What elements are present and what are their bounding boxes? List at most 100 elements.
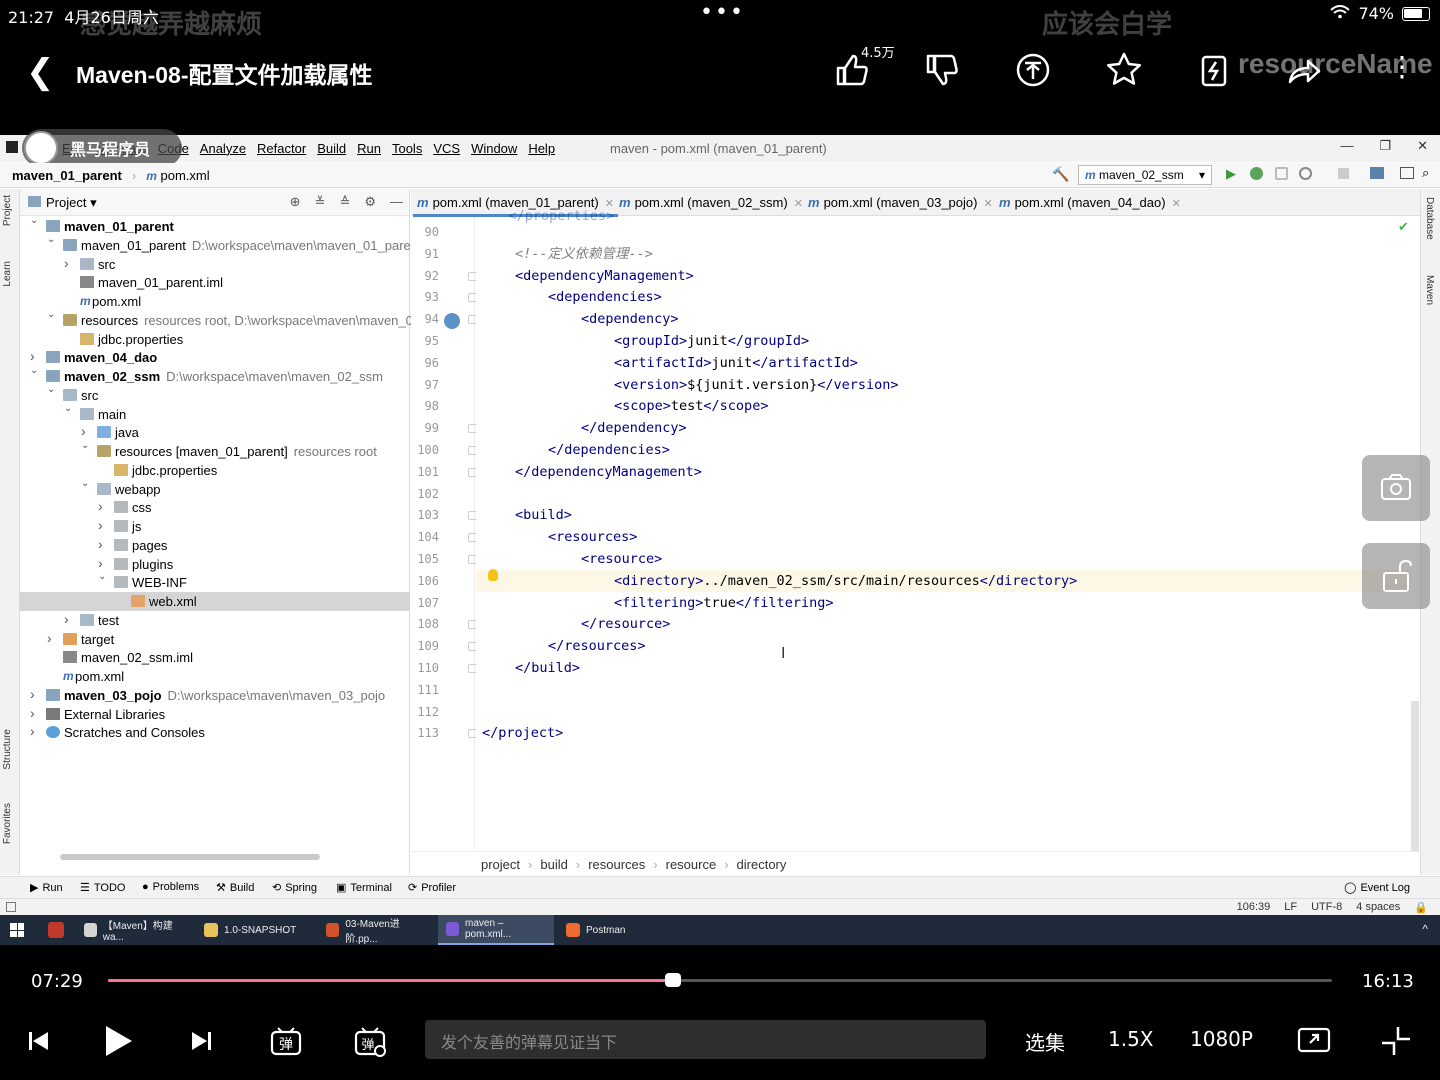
tree-item[interactable]: › js [20, 517, 410, 536]
breadcrumb-item[interactable]: build [540, 857, 567, 872]
tree-item[interactable]: web.xml [20, 592, 410, 611]
taskbar-app[interactable]: 【Maven】构建wa... [76, 915, 194, 945]
dislike-icon[interactable] [922, 50, 962, 90]
minimize-icon[interactable]: — [1340, 138, 1353, 154]
status-item[interactable]: 4 spaces [1356, 901, 1400, 914]
share-icon[interactable] [1284, 50, 1324, 90]
status-item[interactable]: LF [1284, 901, 1297, 914]
fullscreen-exit-icon[interactable] [1378, 1023, 1414, 1059]
tree-item[interactable]: m pom.xml [20, 292, 410, 311]
tree-item[interactable]: › External Libraries [20, 705, 410, 724]
expanded-chevron-icon[interactable]: ⌄ [81, 478, 89, 489]
strip-project[interactable]: Project [2, 195, 13, 226]
expanded-chevron-icon[interactable]: ⌄ [30, 215, 38, 226]
tool-window-run[interactable]: ▶ Run [30, 881, 63, 895]
build-hammer-icon[interactable]: 🔨 [1052, 166, 1069, 183]
strip-learn[interactable]: Learn [2, 261, 13, 287]
tree-item[interactable]: › target [20, 630, 410, 649]
locate-file-icon[interactable]: ⊕ [290, 194, 301, 210]
status-item[interactable]: 106:39 [1237, 901, 1271, 914]
taskbar-app[interactable]: 03-Maven进阶.pp... [318, 915, 436, 945]
breadcrumb-item[interactable]: project [481, 857, 520, 872]
menu-help[interactable]: Help [528, 141, 555, 156]
hide-panel-icon[interactable]: — [390, 194, 403, 210]
event-log-button[interactable]: ◯ Event Log [1344, 881, 1410, 895]
status-item[interactable]: UTF-8 [1311, 901, 1342, 914]
multitask-dots[interactable]: ••• [700, 0, 745, 25]
progress-handle[interactable] [665, 973, 682, 987]
strip-structure[interactable]: Structure [2, 729, 13, 770]
app-icon-red[interactable] [48, 922, 64, 938]
screenshot-button[interactable] [1362, 455, 1430, 521]
tool-window-build[interactable]: ⚒ Build [216, 881, 254, 895]
search-everywhere-icon[interactable]: ⌕ [1422, 165, 1429, 181]
coin-icon[interactable] [1013, 50, 1053, 90]
tree-item[interactable]: › Scratches and Consoles [20, 723, 410, 742]
gutter-implemented-icon[interactable] [444, 313, 460, 329]
expanded-chevron-icon[interactable]: ⌄ [47, 234, 55, 245]
expand-all-icon[interactable]: ≚ [315, 194, 326, 210]
breadcrumb-item[interactable]: resources [588, 857, 645, 872]
tree-item[interactable]: jdbc.properties [20, 461, 410, 480]
menu-build[interactable]: Build [317, 141, 346, 156]
tree-item[interactable]: ⌄ resources resources root, D:\workspace\m… [20, 309, 420, 330]
tree-item[interactable]: › css [20, 498, 410, 517]
expanded-chevron-icon[interactable]: ⌄ [98, 571, 106, 582]
collapsed-chevron-icon[interactable]: › [98, 536, 103, 552]
cache-download-icon[interactable] [1194, 50, 1234, 90]
collapsed-chevron-icon[interactable]: › [64, 255, 69, 271]
run-icon[interactable]: ▶ [1226, 166, 1236, 182]
strip-maven[interactable]: Maven [1424, 275, 1435, 305]
menu-tools[interactable]: Tools [392, 141, 422, 156]
vertical-scrollbar[interactable] [1411, 701, 1419, 851]
tool-window-problems[interactable]: ● Problems [142, 881, 199, 893]
more-icon[interactable]: ⋮ [1388, 50, 1416, 83]
code-editor[interactable]: </properties> <!--定义依赖管理--> <dependencyMa… [476, 208, 1410, 851]
tray-chevron-icon[interactable]: ^ [1422, 922, 1428, 936]
danmaku-toggle-icon[interactable]: 弹 [268, 1023, 304, 1059]
toggle-panel-icon[interactable] [1400, 167, 1414, 179]
collapsed-chevron-icon[interactable]: › [98, 555, 103, 571]
collapsed-chevron-icon[interactable]: › [81, 423, 86, 439]
expanded-chevron-icon[interactable]: ⌄ [64, 403, 72, 414]
tree-item[interactable]: ⌄ maven_01_parent D:\workspace\maven\maven… [20, 234, 422, 255]
tree-item[interactable]: ⌄ resources [maven_01_parent] resources ro… [20, 440, 410, 461]
collapsed-chevron-icon[interactable]: › [30, 723, 35, 739]
windows-start-icon[interactable] [10, 923, 24, 937]
status-toggle-icon[interactable] [6, 902, 16, 912]
inspection-ok-icon[interactable]: ✔ [1398, 219, 1409, 235]
next-icon[interactable] [184, 1023, 220, 1059]
collapsed-chevron-icon[interactable]: › [64, 611, 69, 627]
intention-bulb-icon[interactable] [488, 569, 498, 581]
episodes-button[interactable]: 选集 [1025, 1027, 1065, 1056]
menu-analyze[interactable]: Analyze [200, 141, 246, 156]
back-icon[interactable]: ❮ [26, 52, 55, 92]
strip-favorites[interactable]: Favorites [2, 803, 13, 844]
menu-vcs[interactable]: VCS [433, 141, 460, 156]
quality-button[interactable]: 1080P [1190, 1027, 1253, 1051]
danmaku-settings-icon[interactable]: 弹 [352, 1023, 388, 1059]
expanded-chevron-icon[interactable]: ⌄ [47, 309, 55, 320]
collapsed-chevron-icon[interactable]: › [47, 630, 52, 646]
tree-item[interactable]: › maven_03_pojo D:\workspace\maven\maven_0… [20, 686, 410, 705]
menu-refactor[interactable]: Refactor [257, 141, 306, 156]
tree-item[interactable]: maven_02_ssm.iml [20, 648, 410, 667]
debug-icon[interactable] [1250, 167, 1263, 180]
stop-icon[interactable] [1338, 168, 1349, 179]
play-icon[interactable] [100, 1023, 136, 1059]
tree-item[interactable]: ⌄ maven_01_parent [20, 215, 410, 236]
speed-button[interactable]: 1.5X [1108, 1027, 1154, 1051]
taskbar-app[interactable]: maven – pom.xml... [438, 915, 554, 945]
tree-item[interactable]: › test [20, 611, 410, 630]
strip-database[interactable]: Database [1424, 197, 1435, 240]
tree-item[interactable]: maven_01_parent.iml [20, 273, 410, 292]
menu-window[interactable]: Window [471, 141, 517, 156]
tree-item[interactable]: ⌄ maven_02_ssm D:\workspace\maven\maven_02… [20, 365, 410, 386]
breadcrumb-item[interactable]: directory [737, 857, 787, 872]
collapsed-chevron-icon[interactable]: › [30, 686, 35, 702]
collapsed-chevron-icon[interactable]: › [98, 517, 103, 533]
close-icon[interactable]: ✕ [1417, 138, 1428, 154]
coverage-icon[interactable] [1275, 167, 1288, 180]
cast-screen-icon[interactable] [1296, 1023, 1332, 1059]
tree-item[interactable]: jdbc.properties [20, 330, 410, 349]
